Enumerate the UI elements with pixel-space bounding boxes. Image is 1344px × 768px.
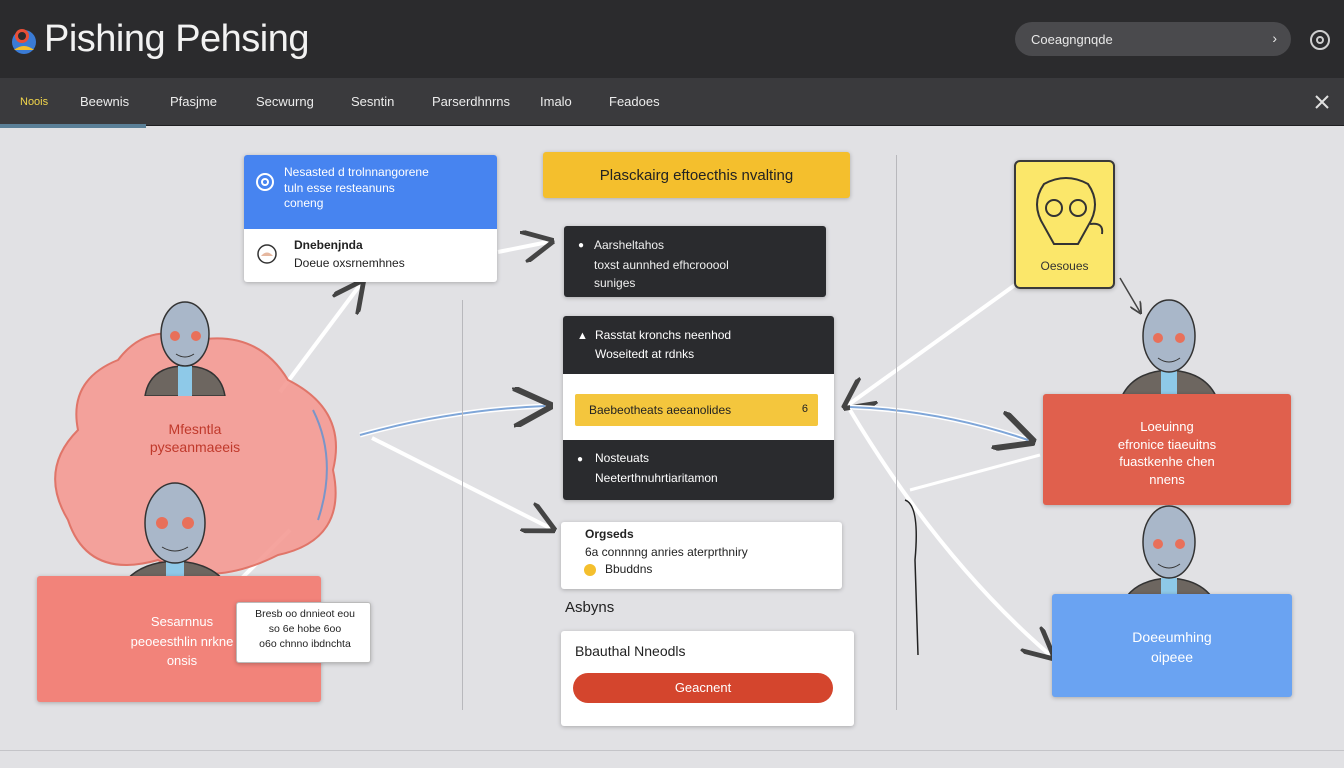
section-label: Asbyns bbox=[565, 599, 615, 616]
hacker-avatar-icon bbox=[1117, 299, 1221, 409]
panel-line: fuastkenhe chen bbox=[1119, 454, 1215, 470]
step-card-4[interactable]: Orgseds 6a connnng anries aterprthniry B… bbox=[561, 522, 842, 589]
step-line: 6a connnng anries aterprthniry bbox=[585, 545, 748, 559]
left-cloud-text: Mfesntla pyseanmaeeis bbox=[130, 420, 260, 456]
bullet-icon: ● bbox=[577, 454, 584, 465]
title-banner-text: Plasckairg eftoecthis nvalting bbox=[599, 167, 794, 184]
bullet-icon: ● bbox=[578, 240, 585, 251]
cloud-line: pyseanmaeeis bbox=[149, 439, 241, 456]
panel-line: efronice tiaeuitns bbox=[1117, 436, 1217, 452]
panel-line: nnens bbox=[1149, 471, 1185, 487]
step-line: suniges bbox=[594, 276, 636, 290]
note-line: Bresb oo dnnieot eou bbox=[255, 608, 355, 620]
action-title: Bbauthal Nneodls bbox=[575, 643, 686, 659]
step-title: Nosteuats bbox=[595, 451, 650, 465]
panel-line: Loeuinng bbox=[1140, 419, 1194, 434]
email-header-line: tuln esse resteanuns bbox=[284, 180, 395, 195]
step-line: Neeterthnuhrtiaritamon bbox=[595, 471, 718, 485]
email-header-line: Nesasted d trolnnangorene bbox=[284, 165, 429, 179]
action-button[interactable]: Geacnent bbox=[573, 673, 833, 703]
right-blue-panel: Doeeumhing oipeee bbox=[1052, 594, 1292, 697]
step-line: toxst aunnhed efhcrooool bbox=[594, 258, 729, 272]
step-title: Rasstat kronchs neenhod bbox=[595, 328, 732, 342]
divider-right bbox=[896, 155, 897, 710]
note-line: o6o chnno ibdnchta bbox=[259, 638, 351, 651]
email-sender: Dnebenjnda bbox=[294, 238, 363, 252]
email-card[interactable]: Nesasted d trolnnangorene tuln esse rest… bbox=[244, 155, 497, 282]
title-banner: Plasckairg eftoecthis nvalting bbox=[543, 152, 850, 198]
at-icon bbox=[256, 173, 274, 191]
step-card-2[interactable]: ▲ Rasstat kronchs neenhod Woseitedt at r… bbox=[563, 316, 834, 500]
skull-icon bbox=[1036, 177, 1104, 245]
panel-line: oipeee bbox=[1150, 648, 1194, 665]
right-red-text: Loeuinng efronice tiaeuitns fuastkenhe c… bbox=[1043, 418, 1291, 488]
right-red-panel: Loeuinng efronice tiaeuitns fuastkenhe c… bbox=[1043, 394, 1291, 505]
step-card-1[interactable]: ● Aarsheltahos toxst aunnhed efhcrooool … bbox=[564, 226, 826, 297]
left-note: Bresb oo dnnieot eou so 6e hobe 6oo o6o … bbox=[236, 602, 371, 663]
alert-count: 6 bbox=[801, 403, 808, 415]
right-yellow-card: Oesoues bbox=[1014, 160, 1115, 289]
action-card: Bbauthal Nneodls Geacnent bbox=[561, 631, 854, 726]
step-title: Orgseds bbox=[585, 527, 634, 541]
status-dot-icon bbox=[584, 564, 596, 576]
caret-up-icon: ▲ bbox=[577, 330, 588, 342]
left-note-text: Bresb oo dnnieot eou so 6e hobe 6oo o6o … bbox=[245, 607, 365, 653]
email-subject: Doeue oxsrnemhnes bbox=[294, 256, 405, 270]
step-line: Woseitedt at rdnks bbox=[595, 347, 695, 361]
right-yellow-label: Oesoues bbox=[1040, 259, 1089, 273]
hacker-avatar-icon bbox=[144, 301, 226, 396]
panel-line: Doeeumhing bbox=[1132, 629, 1212, 645]
alert-text: Baebeotheats aeeanolides bbox=[589, 403, 732, 417]
step2-alert[interactable]: Baebeotheats aeeanolides 6 bbox=[575, 394, 818, 426]
divider-left bbox=[462, 300, 463, 710]
step-line: Bbuddns bbox=[605, 562, 653, 576]
step-title: Aarsheltahos bbox=[594, 238, 665, 252]
email-header-line: coneng bbox=[284, 196, 324, 211]
email-header-text: Nesasted d trolnnangorene tuln esse rest… bbox=[284, 165, 429, 212]
note-line: so 6e hobe 6oo bbox=[268, 623, 342, 636]
step3-section: ● Nosteuats Neeterthnuhrtiaritamon bbox=[563, 440, 834, 500]
footer-divider bbox=[0, 750, 1344, 751]
right-blue-text: Doeeumhing oipeee bbox=[1052, 628, 1292, 667]
avatar-icon bbox=[257, 244, 277, 264]
step2-header: ▲ Rasstat kronchs neenhod Woseitedt at r… bbox=[563, 316, 834, 374]
cloud-line: Mfesntla bbox=[168, 421, 222, 437]
